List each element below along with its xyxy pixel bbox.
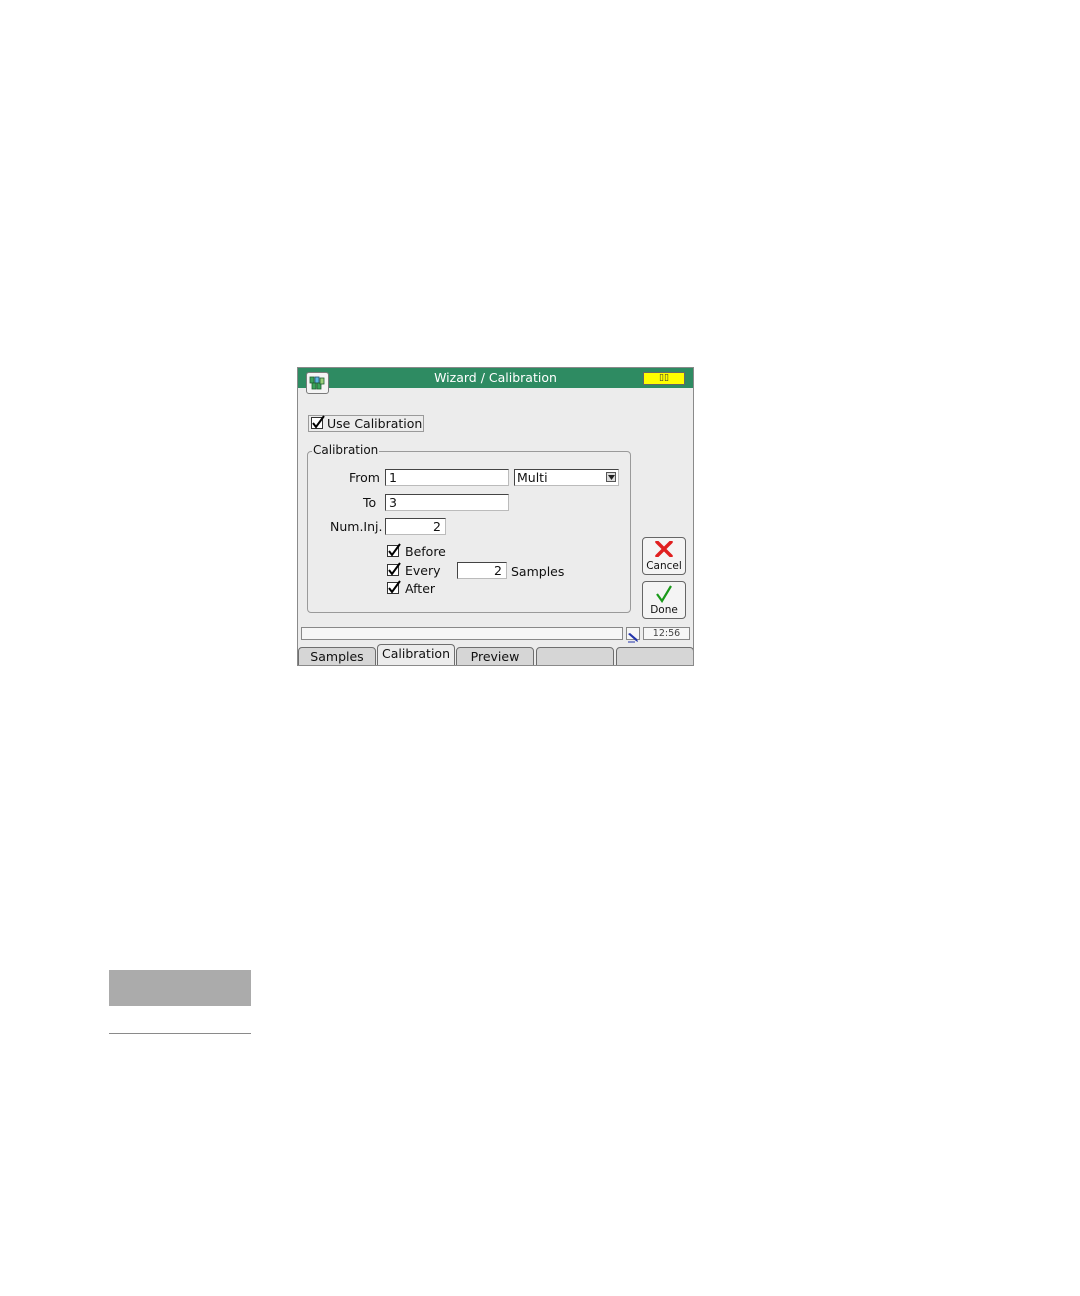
tab-samples[interactable]: Samples [298,647,376,665]
to-label: To [363,495,377,510]
done-label: Done [650,604,678,616]
after-label: After [405,581,436,596]
after-checkbox[interactable] [387,580,401,594]
done-button[interactable]: Done [642,581,686,619]
calibration-mode-value: Multi [517,470,548,485]
tab-calibration[interactable]: Calibration [377,644,455,665]
pen-icon[interactable] [626,627,640,643]
use-calibration-label: Use Calibration [327,416,423,431]
checkmark-icon [388,562,401,576]
every-label: Every [405,563,441,578]
window-title: Wizard / Calibration [434,370,557,385]
cancel-button[interactable]: Cancel [642,537,686,575]
use-calibration-option[interactable]: Use Calibration [308,415,424,432]
tab-preview[interactable]: Preview [456,647,534,665]
checkmark-icon [388,543,401,557]
checkmark-icon [656,585,672,603]
calibration-group-label: Calibration [312,443,380,457]
from-label: From [349,470,380,485]
tab-bar: Samples Calibration Preview [298,644,693,665]
every-samples-field[interactable]: 2 [457,562,507,579]
num-inj-label: Num.Inj. [330,519,383,534]
clock-display: 12:56 [643,627,690,640]
status-indicator: ▯▯ [643,372,685,385]
checkmark-icon [388,580,401,594]
multi-vial-icon[interactable] [306,372,329,394]
samples-label: Samples [511,564,565,579]
before-checkbox[interactable] [387,543,401,557]
tab-empty-5[interactable] [616,647,693,665]
every-checkbox[interactable] [387,562,401,576]
title-bar: Wizard / Calibration [298,368,693,388]
calibration-mode-select[interactable]: Multi [514,469,619,486]
to-field[interactable]: 3 [385,494,509,511]
margin-tab-marker [109,970,251,1006]
use-calibration-checkbox[interactable] [311,415,325,429]
from-field[interactable]: 1 [385,469,509,486]
divider [109,1033,251,1034]
cancel-label: Cancel [646,560,682,572]
wizard-calibration-window: Wizard / Calibration ▯▯ Use Calibration … [297,367,694,666]
status-bar [301,627,623,640]
status-indicator-text: ▯▯ [659,373,669,383]
checkmark-icon [312,415,325,429]
before-label: Before [405,544,446,559]
num-inj-field[interactable]: 2 [385,518,446,535]
close-icon [655,541,673,557]
chevron-down-icon[interactable] [606,472,616,482]
tab-empty-4[interactable] [536,647,614,665]
